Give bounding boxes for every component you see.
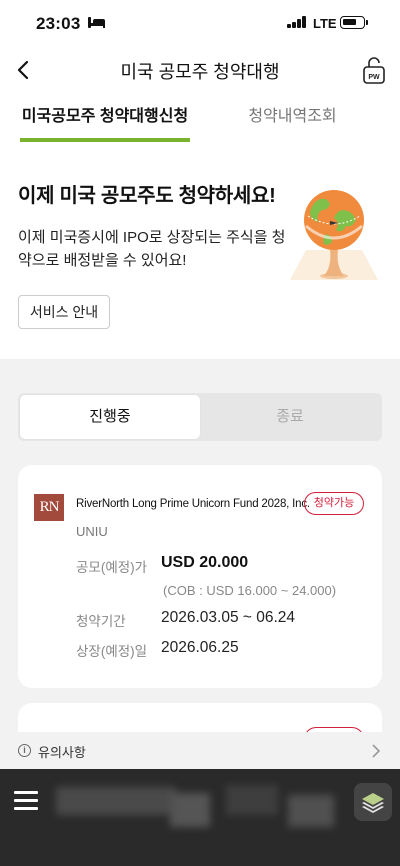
cellular-signal-icon (287, 16, 307, 28)
globe-icon (290, 190, 378, 280)
menu-button[interactable] (14, 791, 38, 811)
redacted-region (56, 787, 176, 815)
tab-bar: 미국공모주 청약대행신청 청약내역조회 (0, 94, 400, 142)
network-type: LTE (313, 16, 337, 31)
fund-name: RiverNorth Long Prime Unicorn Fund 2028,… (76, 498, 310, 510)
subscription-period-value: 2026.03.05 ~ 06.24 (161, 609, 296, 626)
chevron-right-icon (372, 744, 380, 758)
status-bar: 23:03 LTE (0, 0, 400, 46)
app-header: 미국 공모주 청약대행 PW (0, 46, 400, 94)
ipo-offering-card[interactable]: RN RiverNorth Long Prime Unicorn Fund 20… (18, 465, 382, 688)
tab-ipo-application[interactable]: 미국공모주 청약대행신청 (20, 94, 190, 142)
sleep-mode-icon (88, 17, 105, 28)
listing-date-label: 상장(예정)일 (76, 644, 148, 659)
notice-label: 유의사항 (38, 745, 86, 760)
page-title: 미국 공모주 청약대행 (120, 62, 280, 82)
status-badge: 청약가능 (304, 492, 364, 515)
listing-date-value: 2026.06.25 (161, 639, 239, 656)
bottom-navigation-bar (0, 769, 400, 866)
ticker-symbol: UNIU (76, 524, 108, 539)
redacted-region (288, 795, 334, 827)
promo-headline: 이제 미국 공모주도 청약하세요! (18, 185, 276, 207)
service-guide-button[interactable]: 서비스 안내 (18, 295, 110, 329)
filter-closed[interactable]: 종료 (200, 395, 380, 439)
layers-icon (362, 793, 384, 813)
redacted-region (170, 793, 210, 827)
battery-icon (340, 16, 368, 29)
info-icon: i (18, 744, 31, 757)
lock-icon: PW (363, 57, 385, 84)
notice-bar[interactable]: i 유의사항 (0, 732, 400, 769)
cob-price-range: (COB : USD 16.000 ~ 24.000) (163, 583, 337, 598)
filter-ongoing[interactable]: 진행중 (20, 395, 200, 439)
hamburger-icon (14, 791, 38, 794)
promo-description: 이제 미국증시에 IPO로 상장되는 주식을 청약으로 배정받을 수 있어요! (18, 229, 286, 269)
status-time: 23:03 (36, 14, 81, 33)
layers-button[interactable] (354, 783, 392, 821)
password-lock-button[interactable]: PW (361, 54, 387, 86)
subscription-period-label: 청약기간 (76, 614, 126, 629)
fund-logo: RN (34, 494, 64, 521)
offer-price-value: USD 20.000 (161, 554, 249, 571)
pw-label: PW (368, 74, 380, 81)
offer-price-label: 공모(예정)가 (76, 560, 148, 575)
promo-banner: 이제 미국 공모주도 청약하세요! 이제 미국증시에 IPO로 상장되는 주식을… (0, 142, 400, 359)
status-filter-toggle: 진행중 종료 (18, 393, 382, 441)
tab-application-history[interactable]: 청약내역조회 (205, 94, 380, 142)
redacted-region (226, 785, 278, 815)
